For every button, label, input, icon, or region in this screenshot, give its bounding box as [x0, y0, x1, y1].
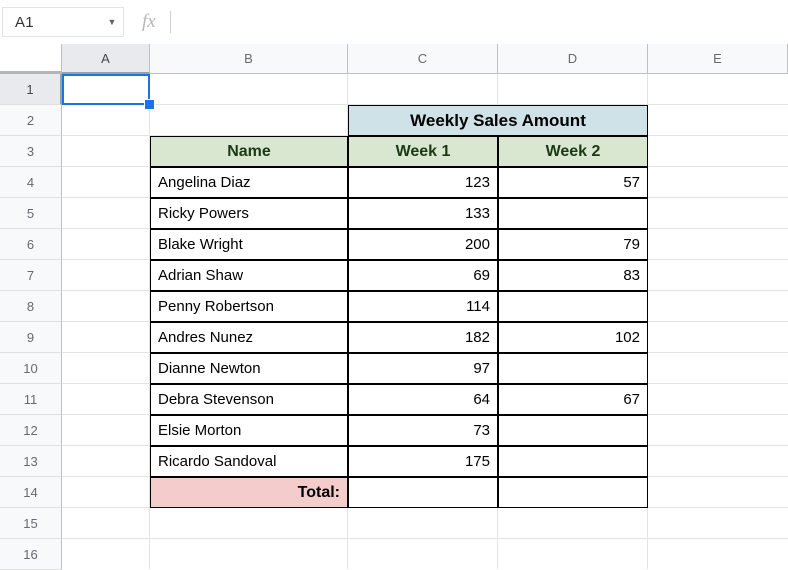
formula-bar: A1 ▼ fx: [0, 0, 788, 45]
row-header-11[interactable]: 11: [0, 384, 62, 415]
table-row[interactable]: 133: [348, 198, 498, 229]
table-row[interactable]: 123: [348, 167, 498, 198]
table-row[interactable]: 200: [348, 229, 498, 260]
column-header-c[interactable]: C: [348, 44, 498, 74]
row-header-4[interactable]: 4: [0, 167, 62, 198]
column-header-b[interactable]: B: [150, 44, 348, 74]
table-row[interactable]: 73: [348, 415, 498, 446]
row-header-9[interactable]: 9: [0, 322, 62, 353]
row-header-1[interactable]: 1: [0, 74, 62, 105]
table-row[interactable]: Andres Nunez: [150, 322, 348, 353]
row-header-6[interactable]: 6: [0, 229, 62, 260]
row-header-14[interactable]: 14: [0, 477, 62, 508]
formula-input[interactable]: [183, 7, 788, 37]
row-header-12[interactable]: 12: [0, 415, 62, 446]
function-icon[interactable]: fx: [142, 11, 156, 33]
row-header-8[interactable]: 8: [0, 291, 62, 322]
gridline-row-15: [62, 538, 788, 539]
table-row[interactable]: Elsie Morton: [150, 415, 348, 446]
table-row[interactable]: 182: [348, 322, 498, 353]
row-header-2[interactable]: 2: [0, 105, 62, 136]
table-row[interactable]: 83: [498, 260, 648, 291]
table-row[interactable]: Dianne Newton: [150, 353, 348, 384]
table-row[interactable]: [498, 198, 648, 229]
table-row[interactable]: 67: [498, 384, 648, 415]
row-header-5[interactable]: 5: [0, 198, 62, 229]
table-row[interactable]: 64: [348, 384, 498, 415]
table-row[interactable]: [498, 446, 648, 477]
table-row[interactable]: Angelina Diaz: [150, 167, 348, 198]
table-row[interactable]: Ricardo Sandoval: [150, 446, 348, 477]
formula-divider: [169, 11, 171, 33]
column-header-a[interactable]: A: [62, 44, 150, 74]
table-row[interactable]: 69: [348, 260, 498, 291]
column-header-e[interactable]: E: [648, 44, 788, 74]
row-header-15[interactable]: 15: [0, 508, 62, 539]
column-header-row: A B C D E: [0, 44, 788, 74]
row-header-10[interactable]: 10: [0, 353, 62, 384]
table-row[interactable]: [498, 353, 648, 384]
header-cell-week1[interactable]: Week 1: [348, 136, 498, 167]
row-header-7[interactable]: 7: [0, 260, 62, 291]
table-row[interactable]: [498, 415, 648, 446]
cell-selection-a1: [62, 74, 150, 105]
table-row[interactable]: 79: [498, 229, 648, 260]
header-cell-name[interactable]: Name: [150, 136, 348, 167]
spreadsheet-grid: A B C D E 1 2 3 4 5 6 7 8 9 10 11 12 13 …: [0, 44, 788, 570]
name-box-value: A1: [15, 13, 34, 31]
table-row[interactable]: 102: [498, 322, 648, 353]
row-header-16[interactable]: 16: [0, 539, 62, 570]
table-title-cell[interactable]: Weekly Sales Amount: [348, 105, 648, 136]
name-box[interactable]: A1 ▼: [2, 7, 124, 37]
total-week2-cell[interactable]: [498, 477, 648, 508]
table-row[interactable]: Adrian Shaw: [150, 260, 348, 291]
row-header-3[interactable]: 3: [0, 136, 62, 167]
row-header-13[interactable]: 13: [0, 446, 62, 477]
table-row[interactable]: [498, 291, 648, 322]
total-label-cell[interactable]: Total:: [150, 477, 348, 508]
header-cell-week2[interactable]: Week 2: [498, 136, 648, 167]
chevron-down-icon[interactable]: ▼: [101, 17, 123, 27]
table-row[interactable]: Ricky Powers: [150, 198, 348, 229]
table-row[interactable]: Blake Wright: [150, 229, 348, 260]
fill-handle[interactable]: [144, 99, 155, 110]
table-row[interactable]: 57: [498, 167, 648, 198]
table-row[interactable]: Debra Stevenson: [150, 384, 348, 415]
table-row[interactable]: Penny Robertson: [150, 291, 348, 322]
table-row[interactable]: 97: [348, 353, 498, 384]
table-row[interactable]: 114: [348, 291, 498, 322]
total-week1-cell[interactable]: [348, 477, 498, 508]
column-header-d[interactable]: D: [498, 44, 648, 74]
table-row[interactable]: 175: [348, 446, 498, 477]
